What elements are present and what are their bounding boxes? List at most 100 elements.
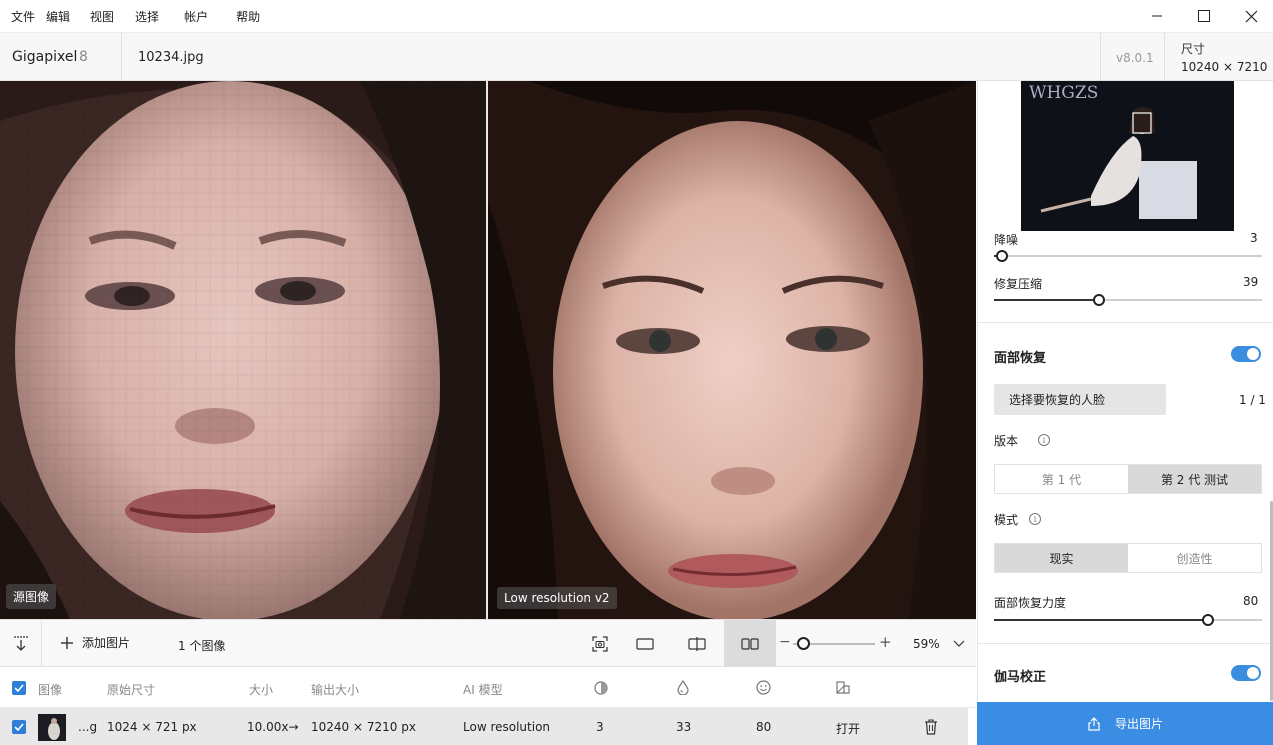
drop-icon xyxy=(677,680,689,695)
col-image: 图像 xyxy=(38,683,63,697)
menu-help[interactable]: 帮助 xyxy=(236,8,260,25)
row-scale: 10.00x→ xyxy=(247,720,299,734)
close-icon xyxy=(1245,10,1257,22)
file-name: 10234.jpg xyxy=(138,50,204,65)
row-model: Low resolution xyxy=(463,720,551,734)
split-view-button[interactable] xyxy=(683,620,711,667)
noise-icon xyxy=(594,681,608,695)
add-image-button[interactable]: 添加图片 xyxy=(60,634,130,651)
import-button[interactable] xyxy=(0,620,42,667)
side-by-side-view xyxy=(736,620,764,667)
col-ai-model: AI 模型 xyxy=(463,683,503,697)
trash-icon[interactable] xyxy=(924,719,938,735)
download-arrow-icon xyxy=(13,635,28,651)
col-original-size: 原始尺寸 xyxy=(107,683,156,697)
menu-file[interactable]: 文件 xyxy=(11,8,35,25)
toggle-knob xyxy=(1247,667,1259,679)
add-image-label: 添加图片 xyxy=(82,636,131,650)
table-row[interactable]: ...g 1024 × 721 px 10.00x→ 10240 × 7210 … xyxy=(0,708,968,745)
toggle-knob xyxy=(1247,348,1259,360)
share-icon xyxy=(1088,716,1100,731)
zoom-value: 59% xyxy=(913,637,940,651)
zoom-dropdown[interactable] xyxy=(948,620,970,667)
gamma-toggle[interactable] xyxy=(1231,665,1261,681)
select-face-label: 选择要恢复的人脸 xyxy=(1009,393,1106,407)
face-strength-slider-fill xyxy=(994,619,1208,621)
gamma-icon xyxy=(836,681,850,694)
thumbnail-watermark: WHGZS xyxy=(1029,83,1099,103)
row-open-action[interactable]: 打开 xyxy=(836,720,860,737)
face-recovery-title: 面部恢复 xyxy=(994,351,1047,366)
export-button[interactable]: 导出图片 xyxy=(977,702,1273,745)
row-thumbnail xyxy=(38,714,66,741)
close-button[interactable] xyxy=(1228,0,1273,32)
title-divider xyxy=(1100,33,1101,81)
compression-slider-handle[interactable] xyxy=(1093,294,1105,306)
size-value: 10240 × 7210 xyxy=(1181,60,1268,74)
version-label: 版本 xyxy=(994,434,1019,448)
row-file-name: ...g xyxy=(78,720,98,734)
row-face: 80 xyxy=(756,720,772,734)
menu-account[interactable]: 帐户 xyxy=(184,8,208,25)
denoise-slider[interactable] xyxy=(994,250,1262,262)
output-preview[interactable]: Low resolution v2 xyxy=(488,81,976,619)
app-version: 8 xyxy=(79,49,88,65)
mode-realistic[interactable]: 现实 xyxy=(995,544,1128,572)
camera-focus-icon xyxy=(592,635,608,652)
mode-label: 模式 xyxy=(994,513,1019,527)
version-gen2-beta[interactable]: 第 2 代 测试 xyxy=(1128,465,1261,493)
build-version: v8.0.1 xyxy=(1116,51,1154,65)
app-name: Gigapixel xyxy=(12,49,78,65)
compression-slider-fill xyxy=(994,299,1099,301)
denoise-slider-handle[interactable] xyxy=(996,250,1008,262)
section-divider xyxy=(978,322,1273,323)
mode-creative[interactable]: 创造性 xyxy=(1128,544,1261,572)
row-noise: 3 xyxy=(596,720,604,734)
face-strength-slider[interactable] xyxy=(994,614,1262,626)
face-icon xyxy=(756,680,771,695)
image-count: 1 个图像 xyxy=(178,639,226,653)
navigator-thumbnail[interactable]: WHGZS xyxy=(1021,81,1234,231)
title-divider xyxy=(1164,33,1165,81)
info-icon[interactable]: i xyxy=(1038,434,1050,446)
menu-select[interactable]: 选择 xyxy=(135,8,159,25)
zoom-out-button[interactable]: − xyxy=(779,634,791,650)
settings-panel: WHGZS 降噪 3 修复压缩 39 面部恢复 选择要恢复的人脸 1 / 1 版… xyxy=(977,81,1273,745)
gamma-title: 伽马校正 xyxy=(994,670,1047,685)
row-compression: 33 xyxy=(676,720,692,734)
zoom-in-button[interactable]: + xyxy=(879,633,892,651)
compression-slider[interactable] xyxy=(994,294,1262,306)
source-image xyxy=(0,81,487,619)
info-icon[interactable]: i xyxy=(1029,513,1041,525)
section-divider xyxy=(978,643,1273,644)
maximize-button[interactable] xyxy=(1181,0,1227,32)
zoom-slider-handle[interactable] xyxy=(797,637,810,650)
source-preview[interactable]: 源图像 xyxy=(0,81,487,619)
plus-icon xyxy=(61,636,73,649)
image-table-header: 图像 原始尺寸 大小 输出大小 AI 模型 xyxy=(0,667,976,708)
single-view-button[interactable] xyxy=(631,620,659,667)
face-recovery-toggle[interactable] xyxy=(1231,346,1261,362)
minimize-button[interactable] xyxy=(1134,0,1180,32)
check-icon xyxy=(14,684,24,692)
screenshot-button[interactable] xyxy=(586,620,614,667)
maximize-icon xyxy=(1198,10,1210,22)
minimize-icon xyxy=(1152,15,1162,17)
side-by-side-icon xyxy=(741,637,759,650)
menu-edit[interactable]: 编辑 xyxy=(46,8,70,25)
version-gen1[interactable]: 第 1 代 xyxy=(995,465,1128,493)
denoise-value: 3 xyxy=(1250,231,1258,245)
row-original-size: 1024 × 721 px xyxy=(107,720,197,734)
compression-label: 修复压缩 xyxy=(994,277,1043,291)
face-strength-slider-handle[interactable] xyxy=(1202,614,1214,626)
select-face-button[interactable]: 选择要恢复的人脸 xyxy=(994,384,1166,415)
export-label: 导出图片 xyxy=(1114,717,1163,731)
menu-view[interactable]: 视图 xyxy=(90,8,114,25)
select-all-checkbox[interactable] xyxy=(12,681,26,695)
version-segment: 第 1 代 第 2 代 测试 xyxy=(994,464,1262,494)
row-checkbox[interactable] xyxy=(12,720,26,734)
col-scale: 大小 xyxy=(249,683,274,697)
preview-toolbar: 添加图片 1 个图像 − + 59% xyxy=(0,619,976,667)
col-output-size: 输出大小 xyxy=(311,683,360,697)
app-window: 文件 编辑 视图 选择 帐户 帮助 Gigapixel 8 10234.jpg … xyxy=(0,0,1273,745)
